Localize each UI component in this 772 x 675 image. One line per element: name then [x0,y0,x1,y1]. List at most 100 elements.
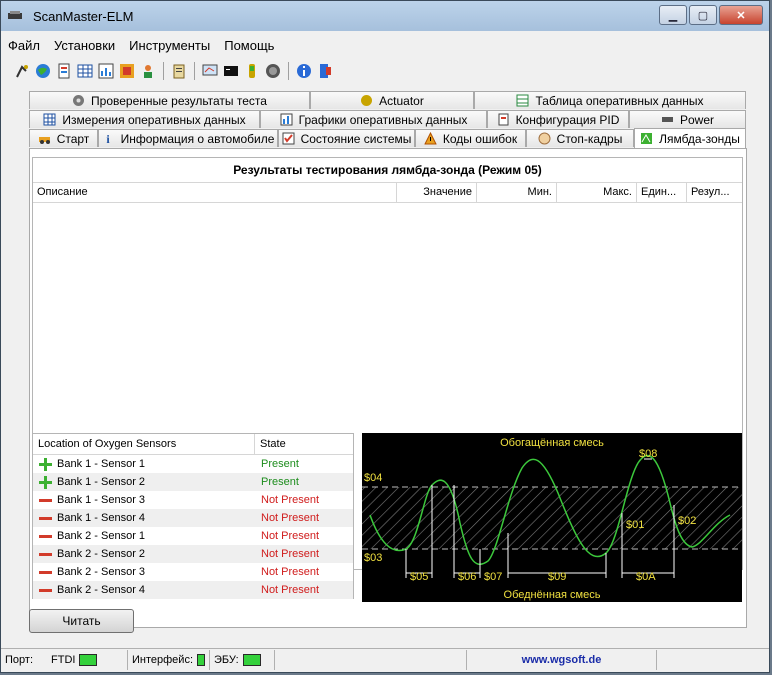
plus-icon [39,475,52,489]
col-min[interactable]: Мин. [477,183,557,202]
battery-icon[interactable] [243,62,261,80]
sensor-icon [641,133,653,144]
sensor-state: Present [261,458,299,470]
read-button[interactable]: Читать [29,609,134,633]
sensor-row[interactable]: Bank 2 - Sensor 4 Not Present [33,581,353,599]
label-04: $04 [364,472,382,484]
stop-icon[interactable] [264,62,282,80]
document-icon [498,113,509,126]
sensor-location: Bank 2 - Sensor 4 [33,584,255,597]
person-icon[interactable] [139,62,157,80]
tab-system-status[interactable]: Состояние системы [278,129,415,147]
toolbar [13,59,334,83]
close-icon: ✕ [736,9,746,22]
menu-tools[interactable]: Инструменты [122,35,217,57]
label-0a: $0A [636,571,656,583]
sensor-row[interactable]: Bank 1 - Sensor 2 Present [33,473,353,491]
minimize-button[interactable]: ▁ [659,5,687,25]
col-location[interactable]: Location of Oxygen Sensors [33,434,255,454]
toolbar-separator [163,62,164,80]
label-07: $07 [484,571,502,583]
sensor-row[interactable]: Bank 1 - Sensor 1 Present [33,455,353,473]
label-08: $08 [639,448,657,460]
terminal-icon[interactable] [222,62,240,80]
globe-icon[interactable] [34,62,52,80]
col-units[interactable]: Един... [637,183,687,202]
sensor-row[interactable]: Bank 1 - Sensor 4 Not Present [33,509,353,527]
tab-live-graphs[interactable]: Графики оперативных данных [260,110,487,128]
connect-icon[interactable] [13,62,31,80]
website-link[interactable]: www.wgsoft.de [522,654,602,666]
col-max[interactable]: Макс. [557,183,637,202]
hand-icon [538,132,551,145]
col-value[interactable]: Значение [397,183,477,202]
document-icon[interactable] [55,62,73,80]
chip-icon [661,117,673,122]
tab-label: Коды ошибок [442,131,518,146]
col-result[interactable]: Резул... [687,183,742,202]
tab-label: Проверенные результаты теста [91,93,267,108]
tab-freeze-frames[interactable]: Стоп-кадры [526,129,634,147]
grid-icon [43,113,56,126]
tab-pid-config[interactable]: Конфигурация PID [487,110,629,128]
minus-icon [39,548,52,561]
exit-icon[interactable] [316,62,334,80]
tab-verified-results[interactable]: Проверенные результаты теста [29,91,310,109]
sensor-location: Bank 1 - Sensor 4 [33,512,255,525]
col-description[interactable]: Описание [33,183,397,202]
lambda-waveform-diagram: Обогащённая смесь Обеднённая смесь $04 $… [362,433,742,602]
tab-label: Информация о автомобиле [120,131,275,146]
graph-icon[interactable] [97,62,115,80]
menu-bar: Файл Установки Инструменты Помощь [1,35,769,57]
label-03: $03 [364,552,382,564]
lean-mixture-label: Обеднённая смесь [504,589,601,601]
minus-icon [39,512,52,525]
info-icon[interactable] [295,62,313,80]
config-icon[interactable] [118,62,136,80]
menu-help[interactable]: Помощь [217,35,281,57]
maximize-button[interactable]: ▢ [689,5,717,25]
toolbar-separator [288,62,289,80]
sensor-row[interactable]: Bank 1 - Sensor 3 Not Present [33,491,353,509]
menu-file[interactable]: Файл [1,35,47,57]
col-state[interactable]: State [255,434,291,454]
table-icon [516,94,529,107]
oxygen-sensor-list: Location of Oxygen Sensors State Bank 1 … [32,433,354,599]
port-led-icon [79,654,98,666]
menu-settings[interactable]: Установки [47,35,122,57]
sensor-row[interactable]: Bank 2 - Sensor 3 Not Present [33,563,353,581]
tab-actuator[interactable]: Actuator [310,91,474,109]
actuator-icon [361,95,373,106]
app-window: ScanMaster-ELM ▁ ▢ ✕ Файл Установки Инст… [0,0,770,673]
results-header: Описание Значение Мин. Макс. Един... Рез… [33,183,742,203]
tab-live-data-table[interactable]: Таблица оперативных данных [474,91,746,109]
sensor-row[interactable]: Bank 2 - Sensor 1 Not Present [33,527,353,545]
tab-live-measurements[interactable]: Измерения оперативных данных [29,110,260,128]
tab-label: Старт [56,131,90,146]
status-bar: Порт: FTDI Интерфейс: ЭБУ: www.wgsoft.de [1,648,769,671]
sensor-state: Not Present [261,512,320,524]
tab-power[interactable]: Power [629,110,746,128]
monitor-icon[interactable] [201,62,219,80]
sensor-state: Present [261,476,299,488]
sensor-location-label: Bank 2 - Sensor 2 [57,548,146,560]
tab-start[interactable]: Старт [29,129,98,147]
app-icon [8,11,22,19]
table-icon[interactable] [76,62,94,80]
sensor-row[interactable]: Bank 2 - Sensor 2 Not Present [33,545,353,563]
clipboard-icon[interactable] [170,62,188,80]
sensor-location-label: Bank 1 - Sensor 4 [57,512,146,524]
sensor-location-label: Bank 2 - Sensor 1 [57,530,146,542]
tab-vehicle-info[interactable]: i Информация о автомобиле [98,129,278,147]
close-button[interactable]: ✕ [719,5,763,25]
tab-error-codes[interactable]: Коды ошибок [415,129,526,147]
tab-lambda-probes[interactable]: Лямбда-зонды [634,128,746,148]
sensor-location: Bank 1 - Sensor 2 [33,475,255,489]
tab-control: Проверенные результаты теста Actuator Та… [29,91,747,148]
ecu-label: ЭБУ: [214,654,239,666]
tab-label: Состояние системы [300,131,412,146]
sensor-location: Bank 2 - Sensor 2 [33,548,255,561]
sensor-location: Bank 2 - Sensor 1 [33,530,255,543]
lambda-probe-panel: Результаты тестирования лямбда-зонда (Ре… [29,148,747,628]
sensor-location: Bank 2 - Sensor 3 [33,566,255,579]
